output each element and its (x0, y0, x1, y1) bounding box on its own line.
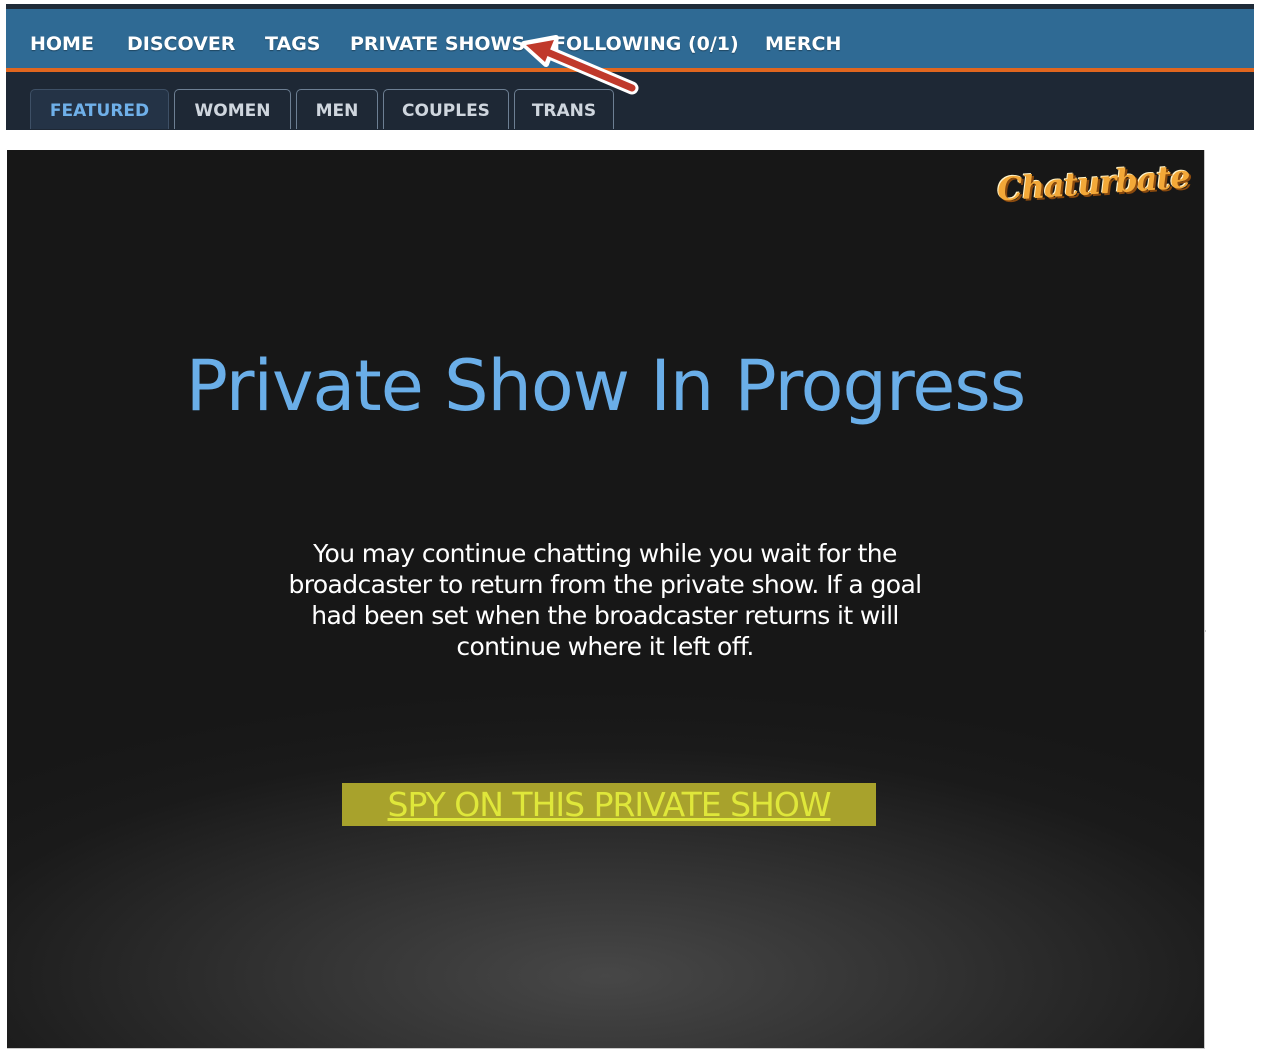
site-header: HOME DISCOVER TAGS PRIVATE SHOWS FOLLOWI… (6, 4, 1254, 130)
tab-trans[interactable]: TRANS (514, 89, 614, 129)
nav-merch[interactable]: MERCH (765, 33, 841, 55)
nav-home[interactable]: HOME (30, 33, 94, 55)
nav-private-shows[interactable]: PRIVATE SHOWS (350, 33, 525, 55)
nav-accent-border (6, 68, 1254, 72)
private-show-title: Private Show In Progress (185, 345, 1026, 427)
tab-couples[interactable]: COUPLES (383, 89, 509, 129)
site-logo: Chaturbate (996, 157, 1192, 209)
tab-men[interactable]: MEN (296, 89, 378, 129)
video-player: Chaturbate Private Show In Progress You … (7, 150, 1205, 1049)
private-show-message: You may continue chatting while you wait… (288, 539, 922, 661)
nav-tags[interactable]: TAGS (265, 33, 320, 55)
nav-discover[interactable]: DISCOVER (127, 33, 235, 55)
spy-private-show-link[interactable]: SPY ON THIS PRIVATE SHOW (342, 783, 876, 826)
nav-following[interactable]: FOLLOWING (0/1) (553, 33, 739, 55)
divider (1204, 630, 1206, 632)
tab-women[interactable]: WOMEN (174, 89, 291, 129)
main-nav: HOME DISCOVER TAGS PRIVATE SHOWS FOLLOWI… (6, 9, 1254, 68)
tab-featured[interactable]: FEATURED (30, 89, 169, 129)
